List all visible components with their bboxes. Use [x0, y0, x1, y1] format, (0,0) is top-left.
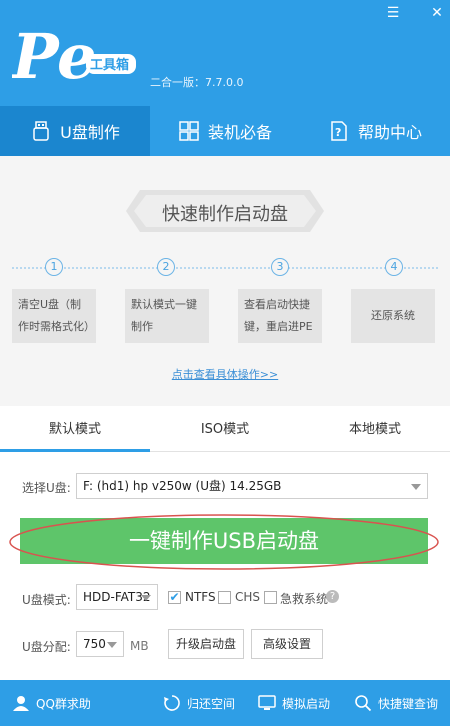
app-header: Pe 工具箱 二合一版：7.7.0.0 ☰ ✕ — [0, 0, 450, 106]
step-number-1: 1 — [45, 258, 63, 276]
menu-icon[interactable]: ☰ — [384, 4, 402, 22]
alloc-unit: MB — [130, 639, 149, 653]
step-number-3: 3 — [271, 258, 289, 276]
tab-label: 帮助中心 — [357, 123, 422, 142]
grid-icon — [179, 121, 199, 141]
step-card-1: 清空U盘（制 作时需格式化） — [12, 289, 96, 343]
footer-label: 快捷键查询 — [378, 696, 439, 711]
tab-label: U盘制作 — [60, 123, 120, 142]
rescue-system-label: 急救系统 — [280, 592, 329, 606]
alloc-size-select[interactable]: 750 — [76, 631, 124, 657]
usb-icon — [33, 121, 49, 141]
tab-iso-mode[interactable]: ISO模式 — [150, 408, 300, 452]
rescue-system-checkbox[interactable] — [264, 591, 277, 604]
upgrade-boot-disk-button[interactable]: 升级启动盘 — [168, 629, 244, 659]
user-icon — [13, 696, 29, 711]
tab-local-mode[interactable]: 本地模式 — [300, 408, 450, 452]
monitor-icon — [258, 695, 276, 710]
usb-device-value: F: (hd1) hp v250w (U盘) 14.25GB — [83, 479, 282, 493]
ntfs-label: NTFS — [185, 590, 216, 604]
view-details-link[interactable]: 点击查看具体操作>> — [0, 366, 450, 382]
footer-qq-help[interactable]: QQ群求助 — [12, 680, 91, 726]
version-text: 二合一版：7.7.0.0 — [150, 76, 244, 89]
step-text: 清空U盘（制 — [18, 298, 82, 311]
tab-help-center[interactable]: ? 帮助中心 — [300, 106, 450, 156]
make-usb-boot-button[interactable]: 一键制作USB启动盘 — [20, 518, 428, 564]
select-usb-label: 选择U盘: — [22, 481, 71, 495]
ntfs-checkbox[interactable]: ✔ — [168, 591, 181, 604]
search-icon — [355, 695, 372, 712]
footer-bar: QQ群求助 归还空间 模拟启动 快捷键查询 — [0, 680, 450, 726]
tab-install-essentials[interactable]: 装机必备 — [150, 106, 300, 156]
footer-label: QQ群求助 — [36, 696, 91, 711]
help-icon: ? — [331, 121, 347, 141]
step-number-4: 4 — [385, 258, 403, 276]
footer-restore-space[interactable]: 归还空间 — [163, 680, 235, 726]
tab-usb-make[interactable]: U盘制作 — [0, 106, 150, 156]
alloc-size-value: 750 — [83, 637, 106, 651]
step-text: 键，重启进PE — [244, 320, 313, 333]
usb-mode-select[interactable]: HDD-FAT32 — [76, 584, 158, 610]
footer-label: 归还空间 — [187, 696, 236, 711]
steps-title: 快速制作启动盘 — [162, 204, 288, 225]
advanced-settings-button[interactable]: 高级设置 — [251, 629, 323, 659]
logo-badge: 工具箱 — [90, 57, 129, 73]
step-card-3: 查看启动快捷 键，重启进PE — [238, 289, 322, 343]
step-card-2: 默认模式一键 制作 — [125, 289, 209, 343]
footer-hotkey-lookup[interactable]: 快捷键查询 — [354, 680, 438, 726]
close-icon[interactable]: ✕ — [428, 4, 446, 22]
svg-text:Pe: Pe — [12, 20, 96, 93]
pe-logo: Pe 工具箱 — [12, 20, 136, 93]
usb-mode-label: U盘模式: — [22, 593, 71, 607]
step-card-4: 还原系统 — [351, 289, 435, 343]
tab-default-mode[interactable]: 默认模式 — [0, 408, 150, 452]
mode-tabs: 默认模式 ISO模式 本地模式 — [0, 408, 450, 452]
usb-device-select[interactable]: F: (hd1) hp v250w (U盘) 14.25GB — [76, 473, 428, 499]
step-text: 默认模式一键 — [131, 298, 197, 311]
question-icon[interactable]: ? — [326, 590, 339, 603]
alloc-label: U盘分配: — [22, 640, 71, 654]
step-number-2: 2 — [157, 258, 175, 276]
chs-label: CHS — [235, 590, 261, 604]
main-nav: U盘制作 装机必备 ? 帮助中心 — [0, 106, 450, 156]
footer-simulate-boot[interactable]: 模拟启动 — [258, 680, 330, 726]
chevron-down-icon — [107, 642, 117, 648]
restore-icon — [164, 695, 180, 711]
step-text: 还原系统 — [371, 309, 415, 322]
footer-label: 模拟启动 — [282, 696, 331, 711]
step-text: 查看启动快捷 — [244, 298, 310, 311]
chevron-down-icon — [141, 595, 151, 601]
chevron-down-icon — [411, 484, 421, 490]
chs-checkbox[interactable] — [218, 591, 231, 604]
svg-text:?: ? — [335, 126, 341, 139]
step-text: 制作 — [131, 320, 153, 333]
step-text: 作时需格式化） — [18, 320, 95, 333]
tab-label: 装机必备 — [207, 123, 272, 142]
steps-divider — [12, 267, 438, 269]
